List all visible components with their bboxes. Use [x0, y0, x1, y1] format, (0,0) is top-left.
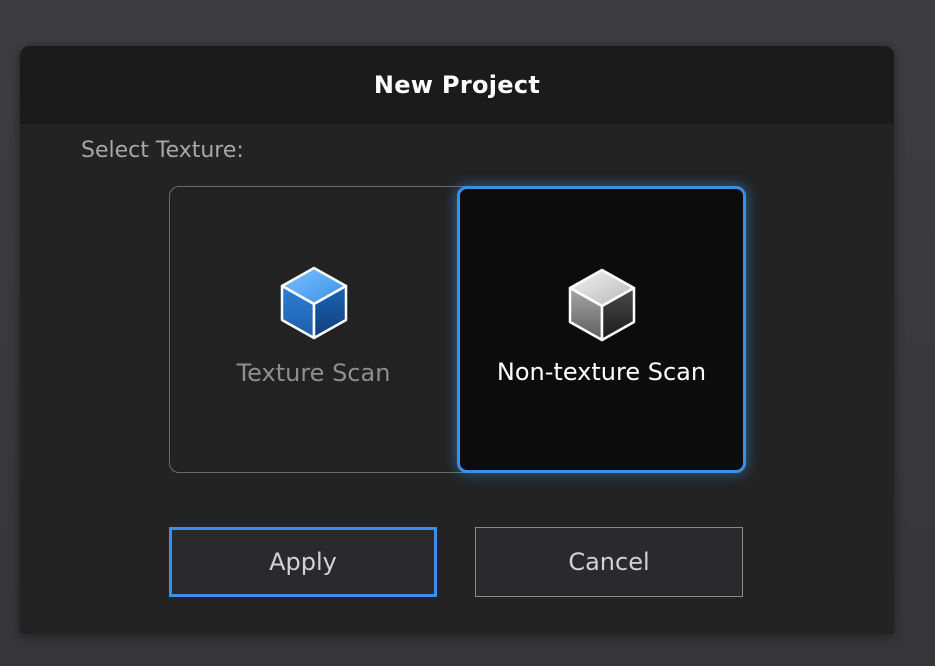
dialog-title: New Project	[373, 71, 541, 99]
texture-scan-option[interactable]: Texture Scan	[169, 186, 469, 473]
cancel-button[interactable]: Cancel	[475, 527, 743, 597]
texture-option-group: Texture Scan Non-texture Scan	[169, 186, 746, 473]
gray-cube-icon	[568, 268, 635, 342]
new-project-dialog: New Project Select Texture: Texture Scan…	[20, 46, 894, 634]
dialog-header: New Project	[20, 46, 894, 124]
apply-button[interactable]: Apply	[169, 527, 437, 597]
select-texture-label: Select Texture:	[81, 138, 244, 163]
blue-cube-icon	[280, 266, 347, 340]
non-texture-scan-option[interactable]: Non-texture Scan	[457, 186, 746, 473]
non-texture-scan-label: Non-texture Scan	[496, 358, 707, 386]
texture-scan-label: Texture Scan	[236, 359, 391, 387]
